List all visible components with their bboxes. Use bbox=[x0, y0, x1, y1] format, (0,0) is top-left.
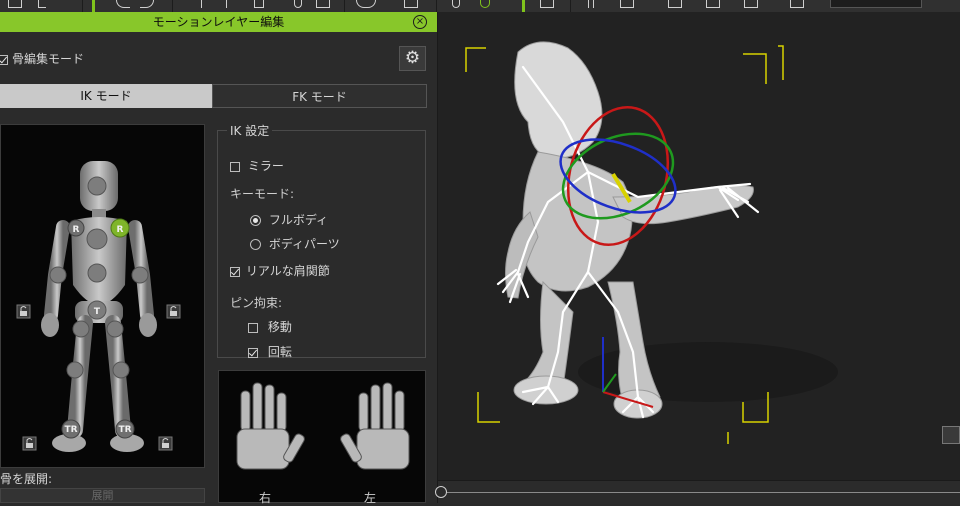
joint-left-elbow[interactable] bbox=[49, 266, 67, 284]
body-parts-label: ボディパーツ bbox=[268, 237, 340, 251]
expand-bones-label: 骨を展開: bbox=[0, 472, 53, 486]
realistic-shoulder-checkbox[interactable]: リアルな肩関節 bbox=[230, 262, 330, 279]
panel-title: モーションレイヤー編集 bbox=[0, 12, 437, 32]
toolbar-separator bbox=[436, 0, 437, 12]
move-icon[interactable] bbox=[196, 0, 202, 8]
lock-icon-left-hand[interactable] bbox=[16, 304, 31, 319]
mirror-label: ミラー bbox=[247, 159, 284, 173]
mirror-checkbox[interactable]: ミラー bbox=[230, 157, 284, 174]
bracket-icon[interactable] bbox=[38, 0, 46, 8]
skeleton-icon[interactable] bbox=[588, 0, 594, 8]
radio-icon[interactable] bbox=[250, 215, 261, 226]
toolbar-separator bbox=[570, 0, 571, 12]
lock-icon-right-hand[interactable] bbox=[166, 304, 181, 319]
toolbar-value-field[interactable] bbox=[830, 0, 922, 8]
checkbox-icon[interactable] bbox=[248, 322, 258, 333]
marker-r-left-shoulder: R bbox=[73, 225, 80, 235]
realistic-shoulder-label: リアルな肩関節 bbox=[245, 264, 330, 278]
render-icon[interactable] bbox=[790, 0, 804, 8]
hand-selector: 右 左 bbox=[218, 370, 426, 505]
joint-left-hip[interactable] bbox=[72, 320, 90, 338]
ik-settings-group: IK 設定 ミラー キーモード: フルボディ ボディパーツ リアルな肩関節 ピン… bbox=[217, 122, 426, 360]
body-part-selector: R R T TR TR bbox=[0, 124, 205, 468]
rotate-icon[interactable] bbox=[226, 0, 232, 8]
radio-icon[interactable] bbox=[250, 239, 261, 250]
toolbar-accent-bar bbox=[92, 0, 95, 12]
motion-layer-edit-panel: モーションレイヤー編集 × 骨編集モード ⚙ IK モード FK モード R R… bbox=[0, 12, 438, 505]
marker-tr-right-ankle: TR bbox=[118, 425, 131, 435]
top-toolbar bbox=[0, 0, 960, 12]
checkbox-icon[interactable] bbox=[248, 347, 258, 358]
orbit-icon[interactable] bbox=[294, 0, 302, 8]
gear-icon: ⚙ bbox=[404, 48, 421, 68]
save-icon[interactable] bbox=[8, 0, 22, 8]
hands-svg bbox=[236, 382, 410, 470]
tab-fk-mode[interactable]: FK モード bbox=[212, 84, 427, 108]
camera-icon[interactable] bbox=[356, 0, 376, 8]
light-icon[interactable] bbox=[452, 0, 460, 8]
marker-tr-left-ankle: TR bbox=[64, 425, 77, 435]
right-hand-figure[interactable] bbox=[236, 382, 306, 470]
box-icon[interactable] bbox=[540, 0, 554, 8]
green-circle-icon[interactable] bbox=[480, 0, 490, 8]
marker-t-pelvis: T bbox=[94, 307, 101, 317]
redo-icon[interactable] bbox=[140, 0, 154, 8]
pin-rotate-label: 回転 bbox=[267, 345, 292, 359]
pin-constraint-label: ピン拘束: bbox=[230, 296, 283, 310]
joint-chest[interactable] bbox=[86, 228, 108, 250]
joint-spine[interactable] bbox=[87, 263, 107, 283]
close-icon[interactable]: × bbox=[413, 15, 427, 29]
joint-head[interactable] bbox=[87, 176, 107, 196]
scale-icon[interactable] bbox=[254, 0, 264, 8]
timeline-bar bbox=[435, 480, 960, 504]
key-mode-full-body-radio[interactable]: フルボディ bbox=[250, 211, 328, 228]
toolbar-separator bbox=[344, 0, 345, 12]
ik-settings-title: IK 設定 bbox=[227, 122, 273, 139]
select-icon[interactable] bbox=[404, 0, 418, 8]
key-mode-label: キーモード: bbox=[230, 187, 295, 201]
viewport-scene bbox=[465, 41, 838, 444]
pin-move-label: 移動 bbox=[267, 320, 292, 334]
body-figure-svg: R R T TR TR bbox=[16, 161, 181, 452]
left-hand-label: 左 bbox=[364, 491, 377, 505]
tab-ik-mode[interactable]: IK モード bbox=[0, 84, 212, 108]
export-icon[interactable] bbox=[706, 0, 720, 8]
frame-icon[interactable] bbox=[316, 0, 330, 8]
pin-rotate-checkbox[interactable]: 回転 bbox=[248, 343, 292, 360]
expand-bones-button[interactable]: 展開 bbox=[0, 488, 205, 503]
timeline-scrubber-handle[interactable] bbox=[435, 486, 447, 498]
grid-icon[interactable] bbox=[620, 0, 634, 8]
lock-icon-left-foot[interactable] bbox=[22, 436, 37, 451]
checkbox-icon[interactable] bbox=[230, 161, 240, 172]
settings-gear-button[interactable]: ⚙ bbox=[399, 46, 426, 71]
ground-shadow bbox=[578, 342, 838, 402]
checkbox-icon[interactable] bbox=[230, 266, 240, 277]
lock-icon-right-foot[interactable] bbox=[158, 436, 173, 451]
left-hand-figure[interactable] bbox=[339, 382, 410, 470]
checkbox-icon[interactable] bbox=[0, 54, 8, 65]
key-mode-body-parts-radio[interactable]: ボディパーツ bbox=[250, 235, 340, 252]
joint-left-knee[interactable] bbox=[66, 361, 84, 379]
full-body-label: フルボディ bbox=[268, 213, 328, 227]
marker-r-right-shoulder: R bbox=[117, 225, 124, 235]
bone-edit-mode-label: 骨編集モード bbox=[12, 52, 85, 66]
toolbar-separator bbox=[172, 0, 173, 12]
timeline-track[interactable] bbox=[438, 492, 960, 493]
figure-right-hand[interactable] bbox=[139, 313, 157, 337]
figure-left-hand[interactable] bbox=[41, 313, 59, 337]
joint-right-knee[interactable] bbox=[112, 361, 130, 379]
3d-viewport[interactable] bbox=[438, 12, 960, 503]
joint-right-hip[interactable] bbox=[106, 320, 124, 338]
viewport-side-button[interactable] bbox=[942, 426, 960, 444]
right-hand-label: 右 bbox=[259, 491, 272, 505]
toolbar-accent-bar bbox=[522, 0, 525, 12]
joint-right-elbow[interactable] bbox=[131, 266, 149, 284]
download-icon[interactable] bbox=[668, 0, 682, 8]
import-icon[interactable] bbox=[744, 0, 758, 8]
pin-move-checkbox[interactable]: 移動 bbox=[248, 318, 292, 335]
bone-edit-mode-checkbox[interactable]: 骨編集モード bbox=[0, 50, 84, 67]
toolbar-separator bbox=[82, 0, 83, 12]
undo-icon[interactable] bbox=[116, 0, 130, 8]
